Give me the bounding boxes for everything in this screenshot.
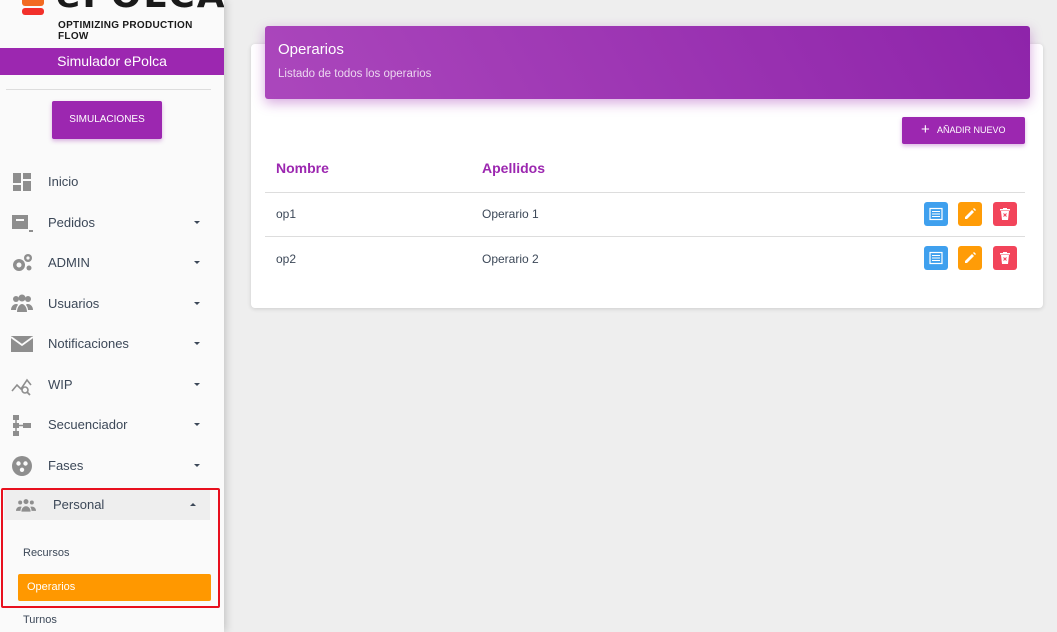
- sidebar-item-wip[interactable]: WIP: [0, 365, 224, 405]
- sidebar-subitem-recursos[interactable]: Recursos: [23, 547, 69, 559]
- sidebar-item-fases[interactable]: Fases: [0, 446, 224, 486]
- gears-icon: [10, 251, 34, 275]
- cell-nombre: op1: [276, 207, 297, 221]
- list-icon: [929, 251, 943, 265]
- sequencer-icon: [10, 413, 34, 437]
- chevron-up-icon: [190, 503, 196, 506]
- sidebar-item-label: Secuenciador: [48, 417, 128, 432]
- sidebar-item-label: Inicio: [48, 174, 79, 189]
- logo-mark-icon: [22, 0, 48, 15]
- cell-nombre: op2: [276, 252, 297, 266]
- edit-button[interactable]: [958, 246, 982, 270]
- sidebar-item-personal[interactable]: Personal: [4, 490, 210, 520]
- edit-button[interactable]: [958, 202, 982, 226]
- sidebar-item-pedidos[interactable]: Pedidos: [0, 203, 224, 243]
- delete-button[interactable]: [993, 246, 1017, 270]
- list-icon: [929, 207, 943, 221]
- sidebar-item-inicio[interactable]: Inicio: [0, 162, 224, 202]
- add-new-label: AÑADIR NUEVO: [937, 125, 1006, 135]
- sidebar-subitem-turnos[interactable]: Turnos: [23, 614, 57, 626]
- sidebar-item-label: Notificaciones: [48, 336, 129, 351]
- sidebar-item-label: Fases: [48, 458, 84, 473]
- trash-icon: [1000, 252, 1010, 264]
- row-divider: [265, 192, 1025, 193]
- group-icon: [16, 497, 36, 513]
- trash-icon: [1000, 208, 1010, 220]
- sidebar-item-secuenciador[interactable]: Secuenciador: [0, 405, 224, 445]
- chart-search-icon: [10, 373, 34, 397]
- phases-icon: [10, 454, 34, 478]
- mail-icon: [10, 332, 34, 356]
- sidebar-item-label: Usuarios: [48, 296, 100, 311]
- chevron-down-icon: [194, 342, 200, 345]
- row-divider: [265, 236, 1025, 237]
- sidebar-item-notificaciones[interactable]: Notificaciones: [0, 324, 224, 364]
- sidebar-divider: [6, 89, 211, 90]
- orders-icon: [10, 211, 34, 235]
- chevron-down-icon: [194, 423, 200, 426]
- sidebar-item-label: Pedidos: [48, 215, 95, 230]
- view-button[interactable]: [924, 246, 948, 270]
- sidebar-item-label: WIP: [48, 377, 73, 392]
- card-header: Operarios Listado de todos los operarios: [265, 26, 1030, 99]
- card-subtitle: Listado de todos los operarios: [278, 68, 432, 80]
- users-icon: [10, 292, 34, 316]
- simulations-button[interactable]: SIMULACIONES: [52, 101, 162, 139]
- sidebar-item-usuarios[interactable]: Usuarios: [0, 284, 224, 324]
- chevron-down-icon: [194, 383, 200, 386]
- dashboard-icon: [10, 170, 34, 194]
- add-new-button[interactable]: + AÑADIR NUEVO: [902, 117, 1025, 144]
- logo-subtitle: OPTIMIZING PRODUCTION FLOW: [58, 20, 193, 42]
- sidebar: ePOLCA OPTIMIZING PRODUCTION FLOW Simula…: [0, 0, 224, 632]
- logo-text: ePOLCA: [56, 0, 224, 14]
- pencil-icon: [965, 208, 976, 219]
- pencil-icon: [965, 252, 976, 263]
- column-header-apellidos: Apellidos: [482, 160, 546, 176]
- app-title: Simulador ePolca: [0, 48, 224, 75]
- sidebar-item-admin[interactable]: ADMIN: [0, 243, 224, 283]
- delete-button[interactable]: [993, 202, 1017, 226]
- view-button[interactable]: [924, 202, 948, 226]
- column-header-nombre: Nombre: [276, 160, 329, 176]
- chevron-down-icon: [194, 302, 200, 305]
- logo[interactable]: ePOLCA OPTIMIZING PRODUCTION FLOW: [0, 0, 224, 48]
- plus-icon: +: [921, 121, 930, 138]
- sidebar-item-label: ADMIN: [48, 255, 90, 270]
- chevron-down-icon: [194, 261, 200, 264]
- chevron-down-icon: [194, 221, 200, 224]
- chevron-down-icon: [194, 464, 200, 467]
- cell-apellidos: Operario 2: [482, 252, 539, 266]
- sidebar-item-label: Personal: [53, 497, 105, 512]
- sidebar-subitem-operarios[interactable]: Operarios: [18, 574, 211, 601]
- cell-apellidos: Operario 1: [482, 207, 539, 221]
- card-title: Operarios: [278, 41, 344, 58]
